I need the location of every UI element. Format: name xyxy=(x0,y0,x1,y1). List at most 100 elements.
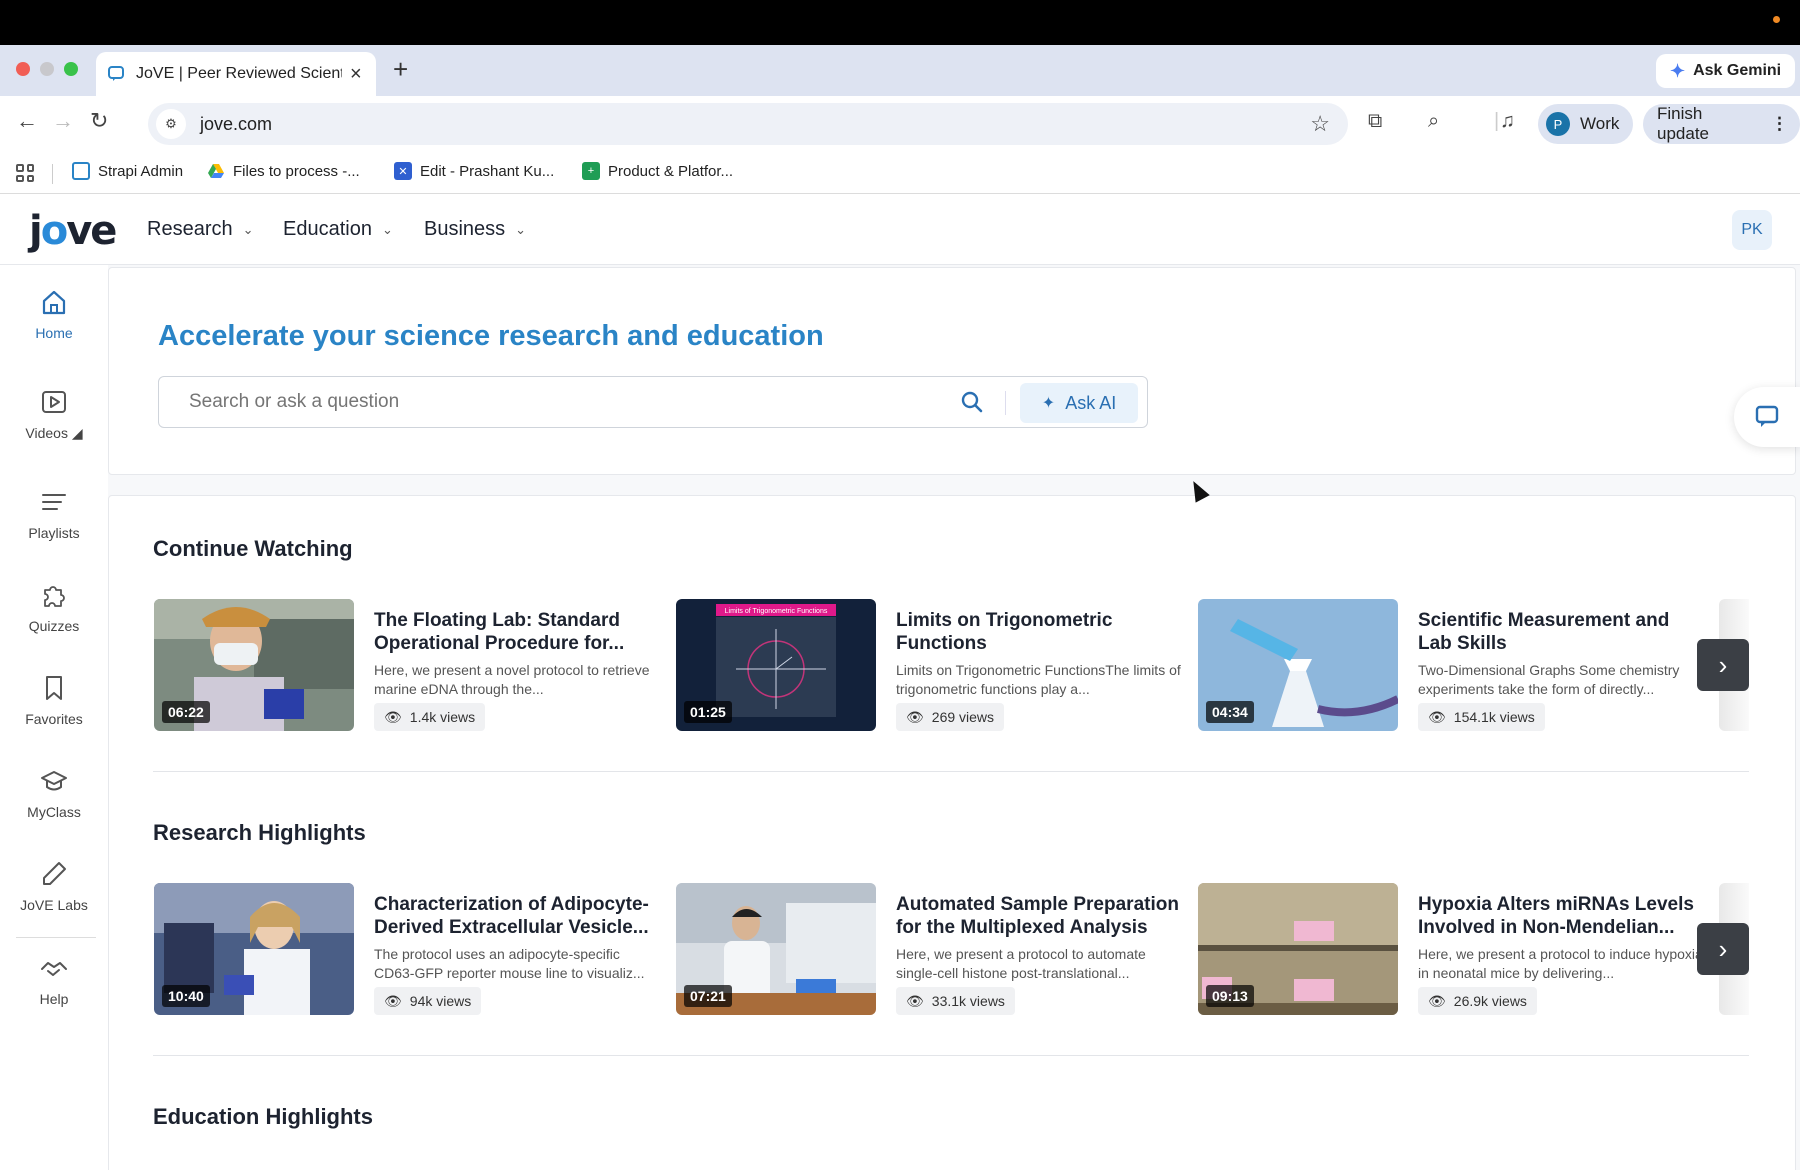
finish-update-label: Finish update xyxy=(1657,104,1709,143)
site-info-icon[interactable]: ⚙ xyxy=(156,109,186,139)
video-card[interactable]: 09:13 Hypoxia Alters miRNAs Levels Invol… xyxy=(1198,883,1708,1015)
search-tab-icon[interactable]: ⌕ xyxy=(1428,110,1439,133)
card-title[interactable]: The Floating Lab: Standard Operational P… xyxy=(374,609,664,655)
ask-gemini-button[interactable]: ✦ Ask Gemini xyxy=(1656,54,1796,88)
nav-research[interactable]: Research ⌄ xyxy=(147,218,254,241)
bookmark-strapi-admin[interactable]: Strapi Admin xyxy=(72,162,183,180)
google-sheets-icon: + xyxy=(582,162,600,180)
main-content: Accelerate your science research and edu… xyxy=(108,265,1800,1170)
search-input[interactable] xyxy=(189,391,889,413)
chat-bubble-icon xyxy=(1755,405,1779,427)
extensions-icon[interactable]: ⧉ xyxy=(1368,110,1382,133)
carousel-next-button[interactable]: › xyxy=(1697,639,1749,691)
toolbar-divider: | xyxy=(1494,110,1500,132)
video-card[interactable]: Limits of Trigonometric Functions 01:25 … xyxy=(676,599,1186,731)
card-description: The protocol uses an adipocyte-specific … xyxy=(374,946,645,981)
eye-icon: 👁 xyxy=(906,992,924,1009)
pen-icon xyxy=(43,862,66,885)
browser-toolbar: ← → ↻ ⚙ jove.com ☆ ⧉ ⌕ | ♫ P Work Finish… xyxy=(0,96,1800,152)
search-box: ✦ Ask AI xyxy=(158,376,1148,428)
duration-badge: 01:25 xyxy=(684,701,732,723)
media-controls-icon[interactable]: ♫ xyxy=(1500,110,1515,133)
back-arrow-icon[interactable]: ← xyxy=(16,108,38,134)
bookmark-files-to-process[interactable]: Files to process -... xyxy=(207,162,360,180)
section-divider xyxy=(153,1055,1749,1056)
duration-badge: 04:34 xyxy=(1206,701,1254,723)
chat-widget-button[interactable] xyxy=(1734,387,1800,447)
more-menu-icon[interactable]: ⋮ xyxy=(1771,114,1788,134)
chat-bubble-icon xyxy=(72,162,90,180)
sidebar-item-home[interactable]: Home xyxy=(0,287,108,341)
chevron-right-icon: › xyxy=(1718,649,1728,680)
bookmark-label: Strapi Admin xyxy=(98,162,184,180)
sidebar-item-myclass[interactable]: MyClass xyxy=(0,766,108,820)
card-title[interactable]: Scientific Measurement and Lab Skills xyxy=(1418,609,1708,655)
close-window-button[interactable] xyxy=(16,62,30,76)
browser-tab[interactable]: JoVE | Peer Reviewed Scientific × xyxy=(96,52,376,96)
views-badge: 👁 33.1k views xyxy=(896,987,1015,1015)
sidebar-item-favorites[interactable]: Favorites xyxy=(0,673,108,727)
eye-icon: 👁 xyxy=(1428,708,1446,725)
section-title-education-highlights: Education Highlights xyxy=(153,1104,373,1129)
left-sidebar: Home Videos ◢ Playlists Quizzes Favorite… xyxy=(0,265,108,1170)
card-title[interactable]: Hypoxia Alters miRNAs Levels Involved in… xyxy=(1418,893,1708,939)
duration-badge: 10:40 xyxy=(162,985,210,1007)
nav-education[interactable]: Education ⌄ xyxy=(283,218,393,241)
bookmark-product-platform[interactable]: + Product & Platfor... xyxy=(582,162,733,180)
thumbnail-caption: Limits of Trigonometric Functions xyxy=(725,608,828,615)
bookmark-star-icon[interactable]: ☆ xyxy=(1310,111,1330,137)
card-description: Here, we present a protocol to induce hy… xyxy=(1418,946,1703,981)
sidebar-item-help[interactable]: Help xyxy=(0,953,108,1007)
sidebar-item-playlists[interactable]: Playlists xyxy=(0,487,108,541)
url-text[interactable]: jove.com xyxy=(200,114,272,135)
apps-grid-icon[interactable] xyxy=(16,164,34,182)
site-header: jove Research ⌄ Education ⌄ Business ⌄ PK xyxy=(0,194,1800,265)
sidebar-item-quizzes[interactable]: Quizzes xyxy=(0,580,108,634)
nav-business[interactable]: Business ⌄ xyxy=(424,218,526,241)
video-card[interactable]: 10:40 Characterization of Adipocyte-Deri… xyxy=(154,883,664,1015)
search-icon[interactable] xyxy=(959,389,985,415)
bookmarks-bar: Strapi Admin Files to process -... ✕ Edi… xyxy=(0,152,1800,194)
carousel-next-button[interactable]: › xyxy=(1697,923,1749,975)
card-description: Here, we present a protocol to automate … xyxy=(896,946,1146,981)
video-card[interactable]: 07:21 Automated Sample Preparation for t… xyxy=(676,883,1186,1015)
forward-arrow-icon[interactable]: → xyxy=(52,108,74,134)
bookmark-edit-prashant[interactable]: ✕ Edit - Prashant Ku... xyxy=(394,162,554,180)
gemini-sparkle-icon: ✦ xyxy=(1670,60,1686,81)
nav-label: Education xyxy=(283,218,372,240)
tab-close-icon[interactable]: × xyxy=(350,63,362,86)
chevron-right-icon: › xyxy=(1718,933,1728,964)
profile-button[interactable]: P Work xyxy=(1538,104,1634,144)
user-avatar[interactable]: PK xyxy=(1732,210,1772,250)
views-badge: 👁 94k views xyxy=(374,987,482,1015)
views-badge: 👁 1.4k views xyxy=(374,703,486,731)
handshake-icon xyxy=(41,962,67,976)
ask-ai-button[interactable]: ✦ Ask AI xyxy=(1020,383,1138,423)
minimize-window-button[interactable] xyxy=(40,62,54,76)
card-title[interactable]: Characterization of Adipocyte-Derived Ex… xyxy=(374,893,664,939)
maximize-window-button[interactable] xyxy=(64,62,78,76)
section-divider xyxy=(153,771,1749,772)
sidebar-label: JoVE Labs xyxy=(20,897,88,913)
reload-icon[interactable]: ↻ xyxy=(90,108,108,134)
jove-logo[interactable]: jove xyxy=(29,208,117,254)
new-tab-button[interactable]: + xyxy=(393,54,408,85)
video-icon xyxy=(42,391,66,413)
sidebar-item-videos[interactable]: Videos ◢ xyxy=(0,387,108,442)
jove-favicon-icon xyxy=(108,66,124,81)
card-title[interactable]: Automated Sample Preparation for the Mul… xyxy=(896,893,1186,939)
profile-avatar: P xyxy=(1546,112,1570,136)
finish-update-button[interactable]: Finish update ⋮ xyxy=(1643,104,1800,144)
bookmark-icon xyxy=(46,676,62,700)
tab-title: JoVE | Peer Reviewed Scientific xyxy=(136,65,342,82)
home-icon xyxy=(42,290,66,315)
address-bar[interactable]: ⚙ jove.com ☆ xyxy=(148,103,1348,145)
video-card[interactable]: 06:22 The Floating Lab: Standard Operati… xyxy=(154,599,664,731)
sidebar-item-jove-labs[interactable]: JoVE Labs xyxy=(0,859,108,913)
os-menu-bar xyxy=(0,0,1800,45)
card-title[interactable]: Limits on Trigonometric Functions xyxy=(896,609,1186,655)
sidebar-label: MyClass xyxy=(27,804,81,820)
ask-gemini-label: Ask Gemini xyxy=(1693,62,1782,79)
sidebar-divider xyxy=(16,937,96,938)
video-card[interactable]: 04:34 Scientific Measurement and Lab Ski… xyxy=(1198,599,1708,731)
